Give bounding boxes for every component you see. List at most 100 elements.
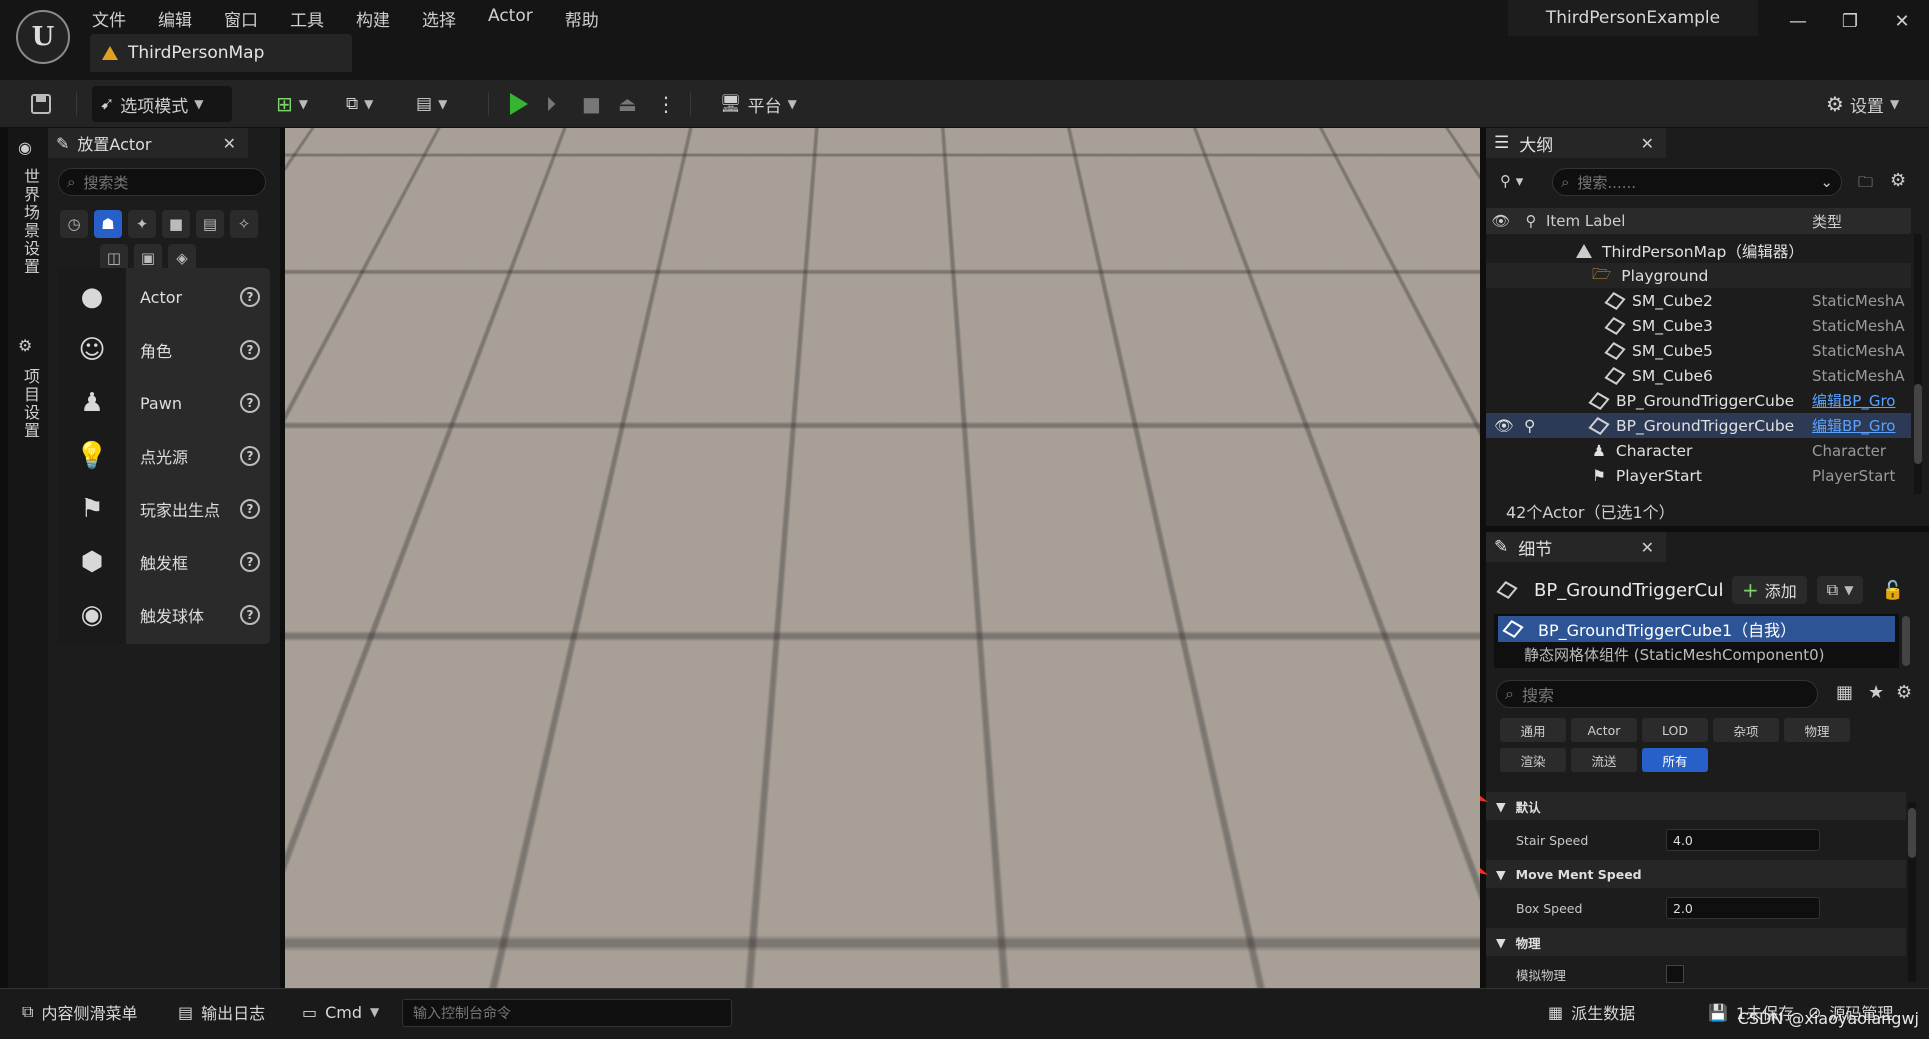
visual-effects-icon[interactable]: ✧ (230, 210, 258, 238)
outliner-search-input[interactable]: ⌕ 搜索...... ⌄ (1552, 168, 1842, 196)
actor-item-point-light[interactable]: 💡 点光源 ? (58, 427, 270, 485)
actor-item-character[interactable]: ☺ 角色 ? (58, 321, 270, 379)
filter-lod[interactable]: LOD (1642, 718, 1708, 742)
close-icon[interactable]: ✕ (1641, 538, 1654, 557)
menu-select[interactable]: 选择 (422, 2, 472, 35)
outliner-row[interactable]: ⚑ PlayerStart PlayerStart (1486, 463, 1911, 488)
menu-tools[interactable]: 工具 (290, 2, 340, 35)
cinematics-button[interactable]: ▤ ▼ (408, 86, 455, 122)
place-actors-tab[interactable]: ✎ 放置Actor ✕ (48, 128, 248, 158)
pin-icon[interactable]: ⚲ (1524, 417, 1535, 435)
stair-speed-field[interactable]: 4.0 (1666, 829, 1820, 851)
add-component-button[interactable]: + 添加 (1732, 576, 1807, 604)
show-flags-button[interactable]: 显示 (511, 134, 564, 164)
outliner-row[interactable]: ThirdPersonMap（编辑器） (1486, 238, 1911, 263)
menu-actor[interactable]: Actor (488, 2, 549, 35)
world-space-button[interactable]: ⊕ (1075, 134, 1109, 164)
blueprint-options-button[interactable]: ⧉ ▼ (1816, 576, 1864, 604)
cinematic-icon[interactable]: ▤ (196, 210, 224, 238)
column-type[interactable]: 类型 (1812, 211, 1842, 232)
filter-rendering[interactable]: 渲染 (1500, 748, 1566, 772)
box-speed-field[interactable]: 2.0 (1666, 897, 1820, 919)
help-icon[interactable]: ? (240, 499, 260, 519)
rotation-snap-button[interactable]: ∠ 10° (1215, 134, 1290, 164)
add-folder-icon[interactable]: 🗀 (1858, 172, 1873, 197)
outliner-row[interactable]: SM_Cube5 StaticMeshA (1486, 338, 1911, 363)
close-icon[interactable]: ✕ (223, 134, 236, 153)
step-button[interactable]: ⏵ (538, 86, 564, 122)
visibility-icon[interactable]: 👁 (1486, 212, 1516, 230)
output-log-button[interactable]: ▤ 输出日志 (170, 997, 273, 1027)
outliner-row[interactable]: 🗁 Playground (1486, 263, 1911, 288)
camera-speed-button[interactable]: ▭ 4 (1383, 134, 1435, 164)
layout-button[interactable]: ⊞ (1441, 134, 1469, 164)
ground-trigger-platform[interactable] (982, 394, 1248, 463)
filter-actor[interactable]: Actor (1571, 718, 1637, 742)
filter-all[interactable]: 所有 (1642, 748, 1708, 772)
help-icon[interactable]: ? (240, 340, 260, 360)
menu-file[interactable]: 文件 (92, 2, 142, 35)
console-command-input[interactable]: 输入控制台命令 (402, 999, 732, 1027)
details-tab[interactable]: ✎ 细节 ✕ (1486, 532, 1666, 562)
help-icon[interactable]: ? (240, 605, 260, 625)
details-scrollbar[interactable] (1908, 802, 1916, 982)
pin-icon[interactable]: ⚲ (1516, 212, 1546, 230)
lock-icon[interactable]: 🔓 (1881, 580, 1903, 601)
outliner-row[interactable]: BP_GroundTriggerCube 编辑BP_Gro (1486, 388, 1911, 413)
play-button[interactable] (502, 86, 536, 122)
move-tool-icon[interactable]: ✥ (973, 140, 986, 159)
outliner-row[interactable]: SM_Cube2 StaticMeshA (1486, 288, 1911, 313)
save-button[interactable] (22, 86, 60, 122)
outliner-row[interactable]: SM_Cube6 StaticMeshA (1486, 363, 1911, 388)
actor-item-actor[interactable]: ● Actor ? (58, 268, 270, 326)
outliner-scrollbar[interactable] (1914, 234, 1922, 494)
visibility-icon[interactable]: 👁 (1494, 417, 1514, 435)
eject-button[interactable]: ⏏ (610, 86, 645, 122)
scale-tool-icon[interactable]: ⤢ (1020, 139, 1033, 159)
shapes-icon[interactable]: ■ (162, 210, 190, 238)
minimize-button[interactable]: — (1778, 6, 1818, 36)
lights-icon[interactable]: ✦ (128, 210, 156, 238)
add-content-button[interactable]: ⊞ ▼ (268, 86, 316, 122)
help-icon[interactable]: ? (240, 552, 260, 572)
outliner-row[interactable]: SM_Cube3 StaticMeshA (1486, 313, 1911, 338)
level-viewport[interactable]: x ☰ ⬡ 透视 ● 光照 显示 ➤ ✥ ↻ ⤢ ⊕ ✲ ▦ 10 ∠ 10° ⤢ … (285, 128, 1480, 988)
column-item-label[interactable]: Item Label (1546, 212, 1812, 230)
grid-snap-button[interactable]: ▦ 10 (1147, 134, 1215, 164)
outliner-tab[interactable]: ☰ 大纲 ✕ (1486, 128, 1666, 158)
section-physics[interactable]: ▼ 物理 (1486, 928, 1906, 956)
world-settings-tab[interactable]: 世界场景设置 (18, 168, 42, 276)
menu-build[interactable]: 构建 (356, 2, 406, 35)
scale-snap-button[interactable]: ⤢ 0.25 (1293, 134, 1374, 164)
settings-button[interactable]: ⚙ 设置 ▼ (1818, 86, 1907, 122)
outliner-row[interactable]: ♟ Character Character (1486, 438, 1911, 463)
map-tab[interactable]: ThirdPersonMap (90, 34, 352, 72)
blueprint-button[interactable]: ⧉ ▼ (338, 86, 381, 122)
help-icon[interactable]: ? (240, 393, 260, 413)
chevron-down-icon[interactable]: ⌄ (1820, 173, 1833, 191)
lighting-mode-button[interactable]: ● 光照 (421, 134, 493, 164)
table-view-icon[interactable]: ▦ (1836, 682, 1853, 703)
filter-misc[interactable]: 杂项 (1713, 718, 1779, 742)
section-movement-speed[interactable]: ▼ Move Ment Speed (1486, 860, 1906, 888)
component-root-selected[interactable]: BP_GroundTriggerCube1（自我） (1498, 616, 1895, 642)
actor-item-trigger-sphere[interactable]: ◉ 触发球体 ? (58, 586, 270, 644)
help-icon[interactable]: ? (240, 446, 260, 466)
actor-item-player-start[interactable]: ⚑ 玩家出生点 ? (58, 480, 270, 538)
close-window-button[interactable]: ✕ (1882, 6, 1922, 36)
platform-button[interactable]: 🖥 平台 ▼ (712, 86, 805, 122)
component-static-mesh[interactable]: 静态网格体组件 (StaticMeshComponent0) (1524, 644, 1824, 665)
project-settings-tab[interactable]: 项目设置 (18, 368, 42, 440)
actor-item-pawn[interactable]: ♟ Pawn ? (58, 374, 270, 432)
filter-general[interactable]: 通用 (1500, 718, 1566, 742)
gear-icon[interactable]: ⚙ (1896, 682, 1912, 703)
filter-physics[interactable]: 物理 (1784, 718, 1850, 742)
outliner-row-selected[interactable]: 👁 ⚲ BP_GroundTriggerCube 编辑BP_Gro (1486, 413, 1911, 438)
details-search-input[interactable]: ⌕ 搜索 (1496, 680, 1818, 708)
menu-edit[interactable]: 编辑 (158, 2, 208, 35)
basic-icon[interactable]: ☗ (94, 210, 122, 238)
viewport-menu-button[interactable]: ☰ (291, 134, 323, 164)
section-default[interactable]: ▼ 默认 (1486, 792, 1906, 820)
component-scrollbar[interactable] (1902, 616, 1910, 666)
rotate-tool-icon[interactable]: ↻ (997, 140, 1010, 159)
